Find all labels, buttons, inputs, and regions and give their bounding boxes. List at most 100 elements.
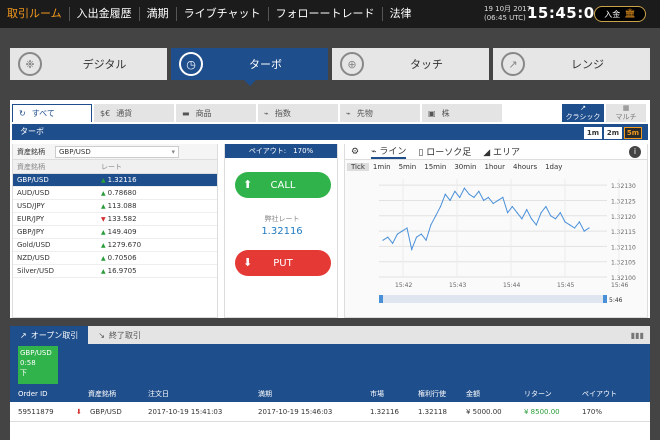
info-icon[interactable]: i <box>629 145 641 158</box>
interval-tick[interactable]: Tick <box>347 162 369 171</box>
asset-list-panel: 資産銘柄 GBP/USD 資産銘柄 レート GBP/USD▲1.32116AUD… <box>12 144 218 318</box>
list-item[interactable]: GBP/JPY ▲ 149.409 <box>13 226 217 239</box>
data-point <box>468 193 470 195</box>
data-point <box>411 248 413 250</box>
data-point <box>559 212 561 214</box>
data-point <box>526 209 528 211</box>
navigator-handle-left[interactable] <box>379 295 383 303</box>
nav-deposit-history[interactable]: 入出金履歴 <box>70 7 140 21</box>
interval-4hours[interactable]: 4hours <box>509 163 541 171</box>
data-point <box>420 233 422 235</box>
tab-closed-trades[interactable]: ↘ 終了取引 <box>88 326 151 344</box>
mode-digital[interactable]: ❉ デジタル <box>10 48 167 80</box>
interval-30min[interactable]: 30min <box>450 163 480 171</box>
data-point <box>473 196 475 198</box>
mode-label: レンジ <box>571 58 604 71</box>
tab-futures[interactable]: ⌁ 先物 <box>340 104 420 122</box>
list-item[interactable]: Gold/USD ▲ 1279.670 <box>13 239 217 252</box>
data-point <box>444 193 446 195</box>
list-item[interactable]: NZD/USD ▲ 0.70506 <box>13 252 217 265</box>
col-rate[interactable]: レート <box>101 162 213 172</box>
asset-rate: ▲ 113.088 <box>101 202 213 210</box>
date-display: 19 10月 2017 (06:45 UTC) <box>484 5 531 23</box>
rate-label: 弊社レート <box>264 215 300 223</box>
view-multi-button[interactable]: ▦ マルチ <box>606 104 646 122</box>
data-point <box>564 221 566 223</box>
view-classic-button[interactable]: ↗ クラシック <box>562 104 604 122</box>
asset-select[interactable]: GBP/USD <box>55 145 179 158</box>
chart-tab-line[interactable]: ⌁ ライン <box>371 144 407 159</box>
data-point <box>463 187 465 189</box>
navigator-handle-right[interactable] <box>603 295 607 303</box>
interval-1hour[interactable]: 1hour <box>480 163 509 171</box>
open-trade-cards: GBP/USD 0:58 下 <box>10 344 650 386</box>
timeframe-1m[interactable]: 1m <box>584 127 602 139</box>
candlestick-icon: ▯ <box>418 148 424 158</box>
data-point <box>540 212 542 214</box>
col-market: 市場 <box>370 390 384 398</box>
data-point <box>415 236 418 238</box>
table-row[interactable]: 59511879 ⬇ GBP/USD 2017-10-19 15:41:03 2… <box>10 402 650 422</box>
nav-trading-room[interactable]: 取引ルーム <box>0 7 70 21</box>
data-point <box>396 233 398 235</box>
cell-strike: 1.32118 <box>418 407 447 416</box>
chart-navigator[interactable] <box>379 295 607 303</box>
arrow-up-icon: ⬆ <box>243 178 253 191</box>
list-item[interactable]: AUD/USD ▲ 0.78680 <box>13 187 217 200</box>
nav-expiry[interactable]: 満期 <box>140 7 177 21</box>
tab-commodity[interactable]: ▬ 商品 <box>176 104 256 122</box>
cell-amount: ¥ 5000.00 <box>466 407 502 416</box>
nav-follow-trade[interactable]: フォローートレード <box>269 7 383 21</box>
mode-touch[interactable]: ⊕ タッチ <box>332 48 489 80</box>
y-tick-label: 1.32105 <box>611 260 636 267</box>
timeframe-2m[interactable]: 2m <box>604 127 622 139</box>
timeframe-5m[interactable]: 5m <box>624 127 642 139</box>
chart-tab-area[interactable]: ◢ エリア <box>483 145 520 158</box>
col-asset[interactable]: 資産銘柄 <box>13 162 101 172</box>
list-item[interactable]: Silver/USD ▲ 16.9705 <box>13 265 217 278</box>
tab-label: すべて <box>31 109 55 118</box>
asset-name: Silver/USD <box>17 267 54 275</box>
range-icon: ↗ <box>501 52 525 76</box>
rate-value: 1279.670 <box>107 241 142 249</box>
tab-index[interactable]: ⌁ 指数 <box>258 104 338 122</box>
col-strike: 権利行使 <box>418 390 446 398</box>
deposit-button[interactable]: 入金 🏛 <box>594 6 646 22</box>
trading-panel: ↻ すべて $€ 通貨 ▬ 商品 ⌁ 指数 ⌁ 先物 ▣ 株 ↗ クラシック ▦ マルチ タ… <box>10 100 650 318</box>
mode-label: デジタル <box>82 58 127 71</box>
data-point <box>511 206 513 208</box>
chart-settings-icon[interactable]: ⚙ <box>351 147 359 157</box>
tab-stock[interactable]: ▣ 株 <box>422 104 502 122</box>
interval-15min[interactable]: 15min <box>420 163 450 171</box>
open-trade-card[interactable]: GBP/USD 0:58 下 <box>18 346 58 384</box>
nav-live-chat[interactable]: ライブチャット <box>177 7 269 21</box>
price-chart: 1.32130 1.32125 1.32120 1.32115 1.32110 1.321… <box>379 179 636 304</box>
tab-open-trades[interactable]: ↗ オープン取引 <box>10 326 89 344</box>
positions-panel: ↗ オープン取引 ↘ 終了取引 ▮▮▮ GBP/USD 0:58 下 Order I… <box>10 326 650 440</box>
data-point <box>439 206 442 208</box>
tab-all[interactable]: ↻ すべて <box>12 104 92 122</box>
data-point <box>588 227 590 229</box>
data-point <box>507 212 509 214</box>
list-item[interactable]: GBP/USD ▲ 1.32116 <box>13 174 217 187</box>
interval-1day[interactable]: 1day <box>541 163 566 171</box>
tab-currency[interactable]: $€ 通貨 <box>94 104 174 122</box>
y-tick-label: 1.32110 <box>611 244 636 251</box>
cell-order-date: 2017-10-19 15:41:03 <box>148 407 223 416</box>
mode-range[interactable]: ↗ レンジ <box>493 48 650 80</box>
interval-5min[interactable]: 5min <box>395 163 421 171</box>
data-point <box>449 199 451 201</box>
interval-1min[interactable]: 1min <box>369 163 395 171</box>
col-order-id: Order ID <box>18 390 48 398</box>
mode-tabs: ❉ デジタル ◷ ターボ ⊕ タッチ ↗ レンジ <box>10 48 650 86</box>
bar-chart-icon[interactable]: ▮▮▮ <box>631 331 644 340</box>
data-point <box>382 239 384 241</box>
chart-tab-candle[interactable]: ▯ ローソク足 <box>418 145 471 158</box>
put-button[interactable]: ⬇ PUT <box>235 250 331 276</box>
list-item[interactable]: USD/JPY ▲ 113.088 <box>13 200 217 213</box>
nav-legal[interactable]: 法律 <box>383 7 419 21</box>
mode-turbo[interactable]: ◷ ターボ <box>171 48 328 86</box>
list-item[interactable]: EUR/JPY ▼ 133.582 <box>13 213 217 226</box>
call-button[interactable]: ⬆ CALL <box>235 172 331 198</box>
data-point <box>502 196 504 198</box>
